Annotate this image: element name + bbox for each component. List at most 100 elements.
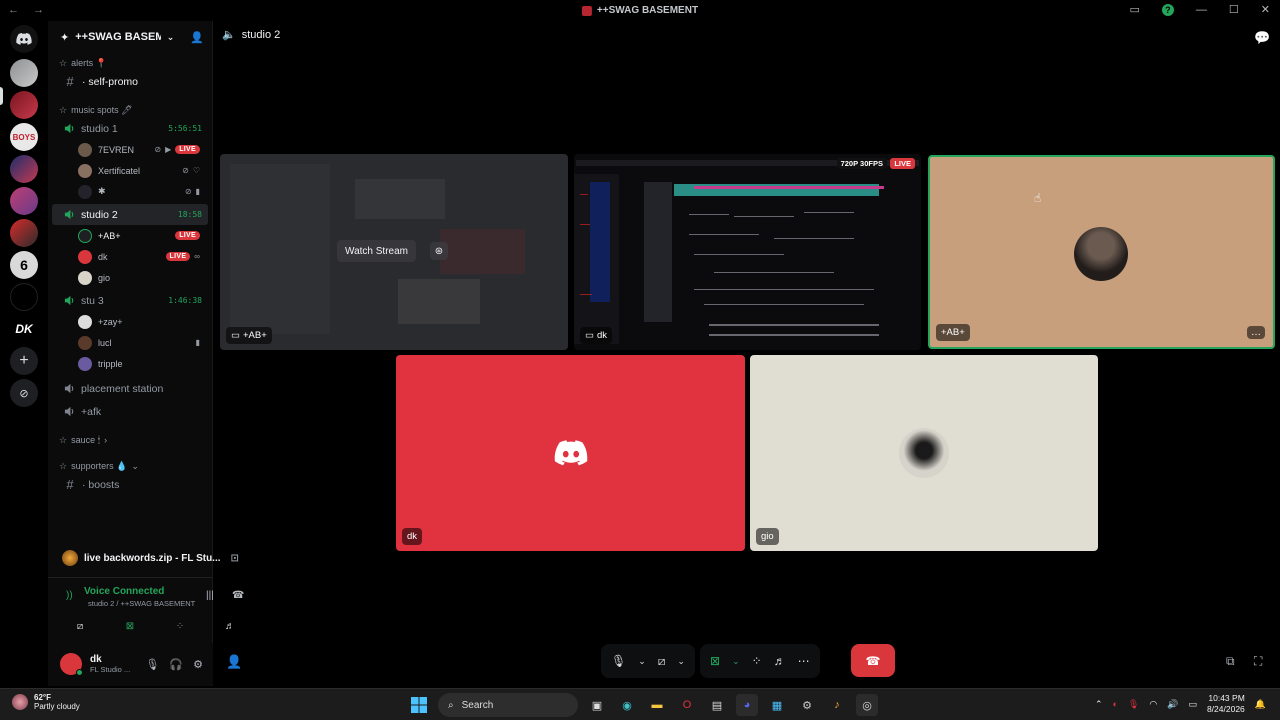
help-icon[interactable]: ? bbox=[1161, 3, 1174, 16]
window-title: ++SWAG BASEMENT bbox=[581, 5, 698, 16]
stop-stream-icon[interactable]: ⊡ bbox=[231, 553, 239, 564]
microphone-icon[interactable]: 🎙 bbox=[611, 654, 626, 668]
discord-home-icon[interactable] bbox=[10, 25, 38, 53]
minimize-button[interactable]: — bbox=[1196, 4, 1207, 16]
activities-button[interactable]: ⁘ bbox=[158, 616, 202, 636]
popout-icon[interactable]: ⧉ bbox=[1226, 654, 1235, 669]
maximize-button[interactable]: ☐ bbox=[1229, 3, 1239, 16]
soundboard-button[interactable]: ♬ bbox=[208, 616, 252, 636]
server-avatar-4[interactable] bbox=[10, 155, 38, 183]
hang-up-icon: ☎ bbox=[865, 653, 881, 668]
soundboard-icon[interactable]: ♬ bbox=[774, 654, 786, 668]
weather-widget[interactable]: 62°F Partly cloudy bbox=[12, 693, 80, 711]
discord-taskbar-icon[interactable]: ◕ bbox=[736, 694, 758, 716]
server-badge-icon: ✦ bbox=[60, 31, 70, 44]
channel-studio-2[interactable]: studio 2 18:58 bbox=[52, 204, 208, 225]
noise-suppression-icon[interactable]: ||| bbox=[206, 590, 214, 601]
server-avatar-3[interactable]: BOYS bbox=[10, 123, 38, 151]
voice-user[interactable]: +zay+ bbox=[48, 311, 212, 332]
opera-icon[interactable]: O bbox=[676, 694, 698, 716]
voice-user[interactable]: ✱ ⊘ ▮ bbox=[48, 181, 212, 202]
category-alerts[interactable]: ☆ alerts 📍 bbox=[48, 55, 212, 71]
voice-user[interactable]: +AB+ LIVE bbox=[48, 225, 212, 246]
server-avatar-5[interactable] bbox=[10, 187, 38, 215]
channel-stu-3[interactable]: stu 3 1:46:38 bbox=[52, 290, 208, 311]
chevron-down-icon[interactable]: ⌄ bbox=[677, 656, 685, 667]
add-member-icon[interactable]: 👤 bbox=[190, 31, 204, 44]
stream-tile-dk[interactable]: 720P 30FPS LIVE ▭ dk bbox=[574, 154, 921, 350]
server-avatar-8[interactable] bbox=[10, 283, 38, 311]
discover-icon[interactable]: ⊘ bbox=[10, 379, 38, 407]
category-sauce[interactable]: ☆ sauce 🕯 › bbox=[48, 432, 212, 448]
settings-gear-icon[interactable]: ⚙ bbox=[193, 658, 203, 671]
voice-user[interactable]: dk LIVE ∞ bbox=[48, 246, 212, 267]
store-icon[interactable]: ▤ bbox=[706, 694, 728, 716]
wifi-icon[interactable]: ◠ bbox=[1149, 699, 1157, 710]
clock[interactable]: 10:43 PM 8/24/2026 bbox=[1207, 693, 1245, 715]
user-avatar[interactable] bbox=[60, 653, 83, 676]
voice-user[interactable]: tripple bbox=[48, 353, 212, 374]
back-arrow-icon[interactable]: ← bbox=[8, 4, 19, 16]
file-explorer-icon[interactable]: ▬ bbox=[646, 694, 668, 716]
disconnect-icon[interactable]: ☎ bbox=[232, 590, 244, 601]
category-supporters[interactable]: ☆ supporters 💧 ⌄ bbox=[48, 458, 212, 474]
camera-off-icon[interactable]: ⧄ bbox=[658, 654, 666, 669]
edge-icon[interactable]: ◉ bbox=[616, 694, 638, 716]
battery-icon[interactable]: ▭ bbox=[1188, 699, 1197, 710]
chat-icon[interactable]: 💬 bbox=[1254, 30, 1270, 46]
notifications-icon[interactable]: 🔔 bbox=[1255, 699, 1266, 710]
server-avatar-7[interactable]: 6 bbox=[10, 251, 38, 279]
close-button[interactable]: ✕ bbox=[1261, 3, 1270, 16]
screen-share-button[interactable]: ⊠ bbox=[108, 616, 152, 636]
voice-user[interactable]: 7EVREN ⊘ ▶ LIVE bbox=[48, 139, 212, 160]
tray-app-icon[interactable]: ◐ bbox=[1112, 699, 1117, 709]
speaker-icon bbox=[64, 295, 75, 306]
start-button[interactable] bbox=[408, 694, 430, 716]
chevron-down-icon[interactable]: ⌄ bbox=[638, 656, 646, 667]
headphones-icon[interactable]: 🎧 bbox=[169, 658, 183, 671]
voice-quick-buttons: ⧄ ⊠ ⁘ ♬ bbox=[58, 616, 252, 636]
category-music-spots[interactable]: ☆ music spots 🖊 bbox=[48, 102, 212, 118]
steam-icon[interactable]: ⚙ bbox=[796, 694, 818, 716]
fl-studio-taskbar-icon[interactable]: ♪ bbox=[826, 694, 848, 716]
voice-user[interactable]: gio bbox=[48, 267, 212, 288]
fullscreen-icon[interactable]: ⛶ bbox=[1254, 654, 1262, 669]
microphone-icon[interactable]: 🎙 bbox=[145, 658, 159, 671]
channel-placement-station[interactable]: placement station bbox=[52, 378, 208, 399]
user-tile-dk[interactable]: dk bbox=[396, 355, 745, 551]
screen-share-icon[interactable]: ⊠ bbox=[710, 654, 720, 668]
voice-user[interactable]: lucl ▮ bbox=[48, 332, 212, 353]
invite-icon[interactable]: 👤 bbox=[226, 654, 242, 670]
server-avatar-1[interactable] bbox=[10, 59, 38, 87]
channel-boosts[interactable]: # · boosts bbox=[52, 474, 208, 495]
weather-app-icon[interactable]: ▦ bbox=[766, 694, 788, 716]
user-tile-gio[interactable]: gio bbox=[750, 355, 1098, 551]
volume-icon[interactable]: 🔊 bbox=[1167, 699, 1178, 710]
task-view-icon[interactable]: ▣ bbox=[586, 694, 608, 716]
more-options-icon[interactable]: … bbox=[1247, 326, 1265, 339]
chevron-down-icon[interactable]: ⌄ bbox=[732, 656, 740, 667]
channel-studio-1[interactable]: studio 1 5:56:51 bbox=[52, 118, 208, 139]
watch-together-icon[interactable]: ⊛ bbox=[430, 242, 448, 260]
activities-icon[interactable]: ⁘ bbox=[752, 654, 762, 668]
obs-icon[interactable]: ◎ bbox=[856, 694, 878, 716]
camera-off-button[interactable]: ⧄ bbox=[58, 616, 102, 636]
inbox-icon[interactable]: ▭ bbox=[1130, 3, 1140, 16]
server-avatar-6[interactable] bbox=[10, 219, 38, 247]
taskbar-search[interactable]: ⌕ Search bbox=[438, 693, 578, 717]
chevron-up-icon[interactable]: ⌃ bbox=[1095, 699, 1103, 710]
server-avatar-9[interactable]: DK bbox=[10, 315, 38, 343]
server-header[interactable]: ✦ ++SWAG BASEM... ⌄ 👤 bbox=[48, 21, 212, 53]
watch-stream-button[interactable]: Watch Stream bbox=[337, 240, 416, 262]
voice-user[interactable]: Xertificatel ⊘ ♡ bbox=[48, 160, 212, 181]
microphone-tray-icon[interactable]: 🎙 bbox=[1128, 699, 1139, 710]
user-tile-ab[interactable]: ☝ +AB+ … bbox=[928, 155, 1275, 349]
forward-arrow-icon[interactable]: → bbox=[33, 4, 44, 16]
more-options-icon[interactable]: ⋯ bbox=[798, 654, 810, 668]
activity-card[interactable]: live backwords.zip - FL Stu... ⊡ bbox=[52, 542, 239, 574]
channel-self-promo[interactable]: # · self-promo bbox=[52, 71, 208, 92]
server-avatar-2[interactable] bbox=[10, 91, 38, 119]
add-server-icon[interactable]: + bbox=[10, 347, 38, 375]
hang-up-button[interactable]: ☎ bbox=[851, 644, 895, 677]
channel-afk[interactable]: +afk bbox=[52, 401, 208, 422]
